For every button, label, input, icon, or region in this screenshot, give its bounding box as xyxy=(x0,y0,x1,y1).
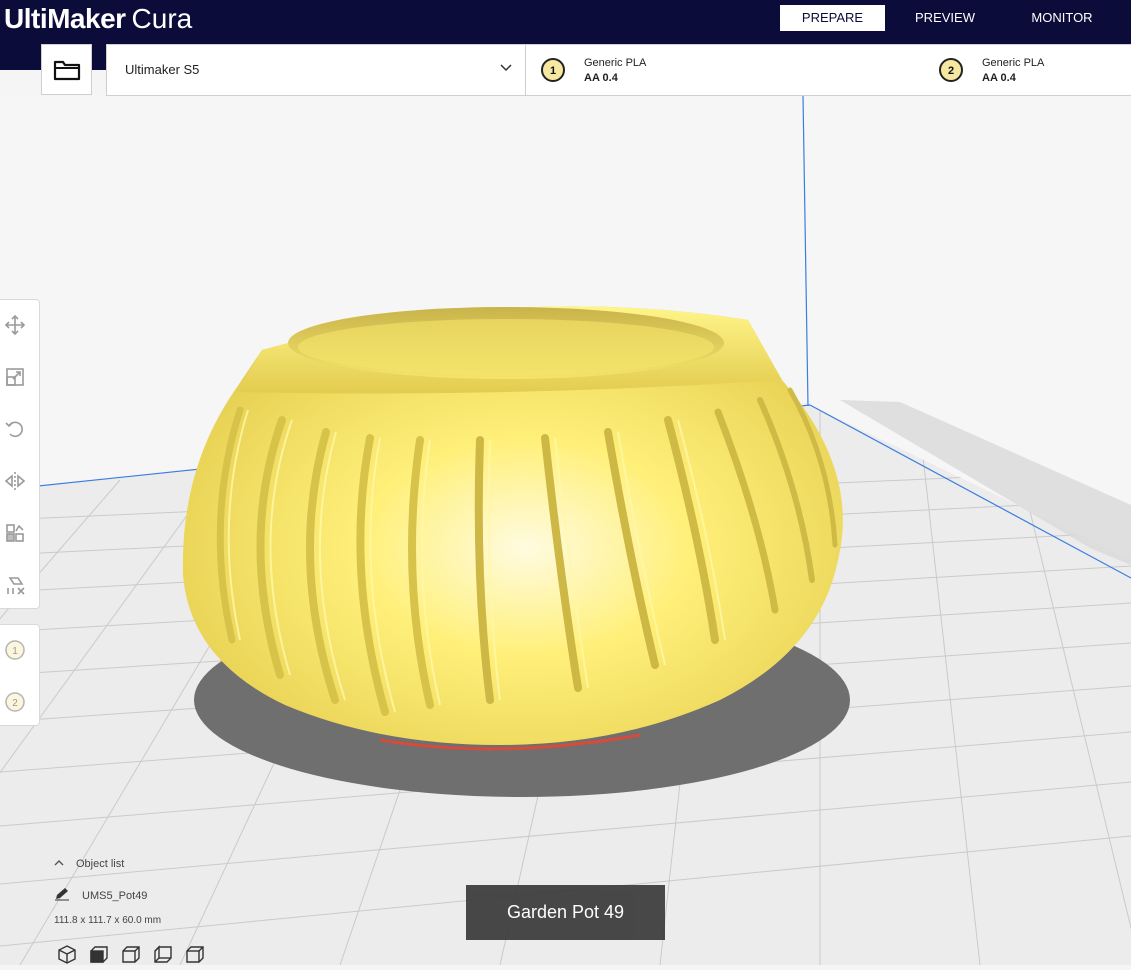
left-view-icon xyxy=(154,945,172,963)
extruder-2-icon: 2 xyxy=(939,58,963,82)
extruder-1-small-label: 1 xyxy=(12,646,18,657)
folder-icon xyxy=(53,60,80,80)
support-blocker-button[interactable] xyxy=(4,574,26,596)
view-orientation-controls xyxy=(56,944,216,964)
mirror-tool-button[interactable] xyxy=(4,470,26,492)
right-view-icon xyxy=(186,946,204,963)
tab-monitor[interactable]: MONITOR xyxy=(1005,5,1119,31)
front-view-icon xyxy=(90,946,108,963)
chevron-down-icon xyxy=(500,64,512,72)
3d-view-icon xyxy=(58,945,76,964)
scale-tool-button[interactable] xyxy=(4,366,26,388)
open-file-button[interactable] xyxy=(41,44,92,95)
object-dimensions: 111.8 x 111.7 x 60.0 mm xyxy=(54,915,162,926)
select-extruder-2-button[interactable]: 2 xyxy=(4,691,26,713)
rotate-icon xyxy=(5,421,23,438)
view-right-button[interactable] xyxy=(184,944,206,964)
3d-viewport[interactable] xyxy=(0,95,1131,965)
tab-preview[interactable]: PREVIEW xyxy=(885,5,1005,31)
brand-light: Cura xyxy=(131,3,193,34)
extruder-2[interactable]: 2 Generic PLA AA 0.4 xyxy=(938,45,1128,97)
pot-model[interactable] xyxy=(182,306,843,751)
job-name-label: Garden Pot 49 xyxy=(466,885,665,940)
object-list-toggle[interactable]: Object list xyxy=(54,858,124,870)
rotate-tool-button[interactable] xyxy=(4,418,26,440)
view-left-button[interactable] xyxy=(152,944,174,964)
extruder-2-number: 2 xyxy=(948,65,954,77)
extruder-1[interactable]: 1 Generic PLA AA 0.4 xyxy=(540,45,920,97)
app-logo: UltiMaker Cura xyxy=(4,2,192,36)
printer-name: Ultimaker S5 xyxy=(125,62,200,77)
extruder-configuration[interactable]: 1 Generic PLA AA 0.4 2 Generic PLA AA 0.… xyxy=(525,44,1131,96)
scene-svg xyxy=(0,95,1131,965)
chevron-up-icon xyxy=(54,860,64,866)
app-header: UltiMaker Cura PREPARE PREVIEW MONITOR xyxy=(0,0,1131,44)
extruder-2-nozzle: AA 0.4 xyxy=(982,72,1016,84)
view-front-button[interactable] xyxy=(88,944,110,964)
extruder-2-material: Generic PLA xyxy=(982,57,1045,69)
extruder-selector-panel: 1 2 xyxy=(0,624,40,726)
mirror-icon xyxy=(4,472,26,490)
extruder-2-small-label: 2 xyxy=(12,698,18,709)
select-extruder-1-button[interactable]: 1 xyxy=(4,639,26,661)
stage-tabs: PREPARE PREVIEW MONITOR xyxy=(780,5,1119,31)
per-model-settings-button[interactable] xyxy=(4,522,26,544)
view-top-button[interactable] xyxy=(120,944,142,964)
move-icon xyxy=(4,314,26,336)
extruder-1-small-icon: 1 xyxy=(5,640,25,660)
view-3d-button[interactable] xyxy=(56,944,78,964)
printer-selector[interactable]: Ultimaker S5 xyxy=(106,44,526,96)
tab-prepare[interactable]: PREPARE xyxy=(780,5,885,31)
pencil-icon xyxy=(55,888,69,901)
extruder-2-small-icon: 2 xyxy=(5,692,25,712)
scale-icon xyxy=(6,368,24,386)
extruder-1-material: Generic PLA xyxy=(584,57,647,69)
tool-panel xyxy=(0,299,40,609)
object-name: UMS5_Pot49 xyxy=(82,890,148,902)
object-list-label: Object list xyxy=(76,858,125,870)
per-model-settings-icon xyxy=(6,524,24,542)
move-tool-button[interactable] xyxy=(4,314,26,336)
top-view-icon xyxy=(122,946,140,963)
extruder-1-icon: 1 xyxy=(541,58,565,82)
brand-bold: UltiMaker xyxy=(4,3,126,34)
support-blocker-icon xyxy=(7,577,25,595)
object-list-item[interactable]: UMS5_Pot49 xyxy=(54,887,147,902)
extruder-1-nozzle: AA 0.4 xyxy=(584,72,618,84)
extruder-1-number: 1 xyxy=(550,65,556,77)
